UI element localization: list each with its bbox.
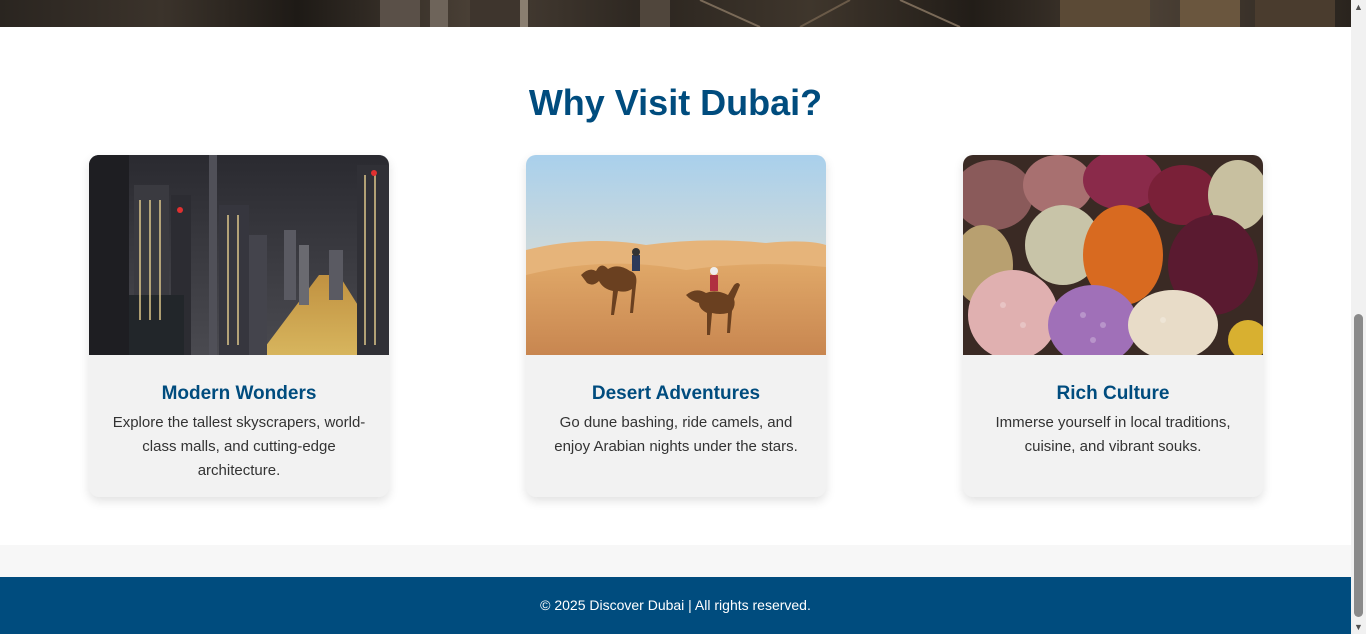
- card-description: Go dune bashing, ride camels, and enjoy …: [554, 414, 798, 455]
- scroll-up-arrow-icon[interactable]: ▲: [1351, 0, 1366, 14]
- feature-card-rich-culture: Rich Culture Immerse yourself in local t…: [963, 155, 1263, 497]
- card-description: Explore the tallest skyscrapers, world-c…: [112, 414, 366, 479]
- card-description: Immerse yourself in local traditions, cu…: [995, 414, 1231, 455]
- card-title: Modern Wonders: [161, 383, 317, 404]
- hero-image-bottom-edge: [0, 0, 1351, 27]
- card-title: Rich Culture: [1056, 383, 1170, 404]
- footer: © 2025 Discover Dubai | All rights reser…: [0, 577, 1351, 634]
- feature-card-modern-wonders: Modern Wonders Explore the tallest skysc…: [89, 155, 389, 497]
- page-scrollbar[interactable]: ▲ ▼: [1351, 0, 1366, 634]
- feature-card-desert-adventures: Desert Adventures Go dune bashing, ride …: [526, 155, 826, 497]
- scroll-down-arrow-icon[interactable]: ▼: [1351, 620, 1366, 634]
- dubai-skyline-night-image: [89, 155, 389, 355]
- spice-souk-image: [963, 155, 1263, 355]
- card-title: Desert Adventures: [591, 383, 761, 404]
- section-divider-band: [0, 545, 1351, 577]
- desert-camels-image: [526, 155, 826, 355]
- footer-copyright: © 2025 Discover Dubai | All rights reser…: [540, 597, 811, 613]
- section-title: Why Visit Dubai?: [528, 82, 823, 123]
- scrollbar-thumb[interactable]: [1354, 314, 1363, 617]
- page: Why Visit Dubai? Modern Wonders Explore …: [0, 0, 1351, 634]
